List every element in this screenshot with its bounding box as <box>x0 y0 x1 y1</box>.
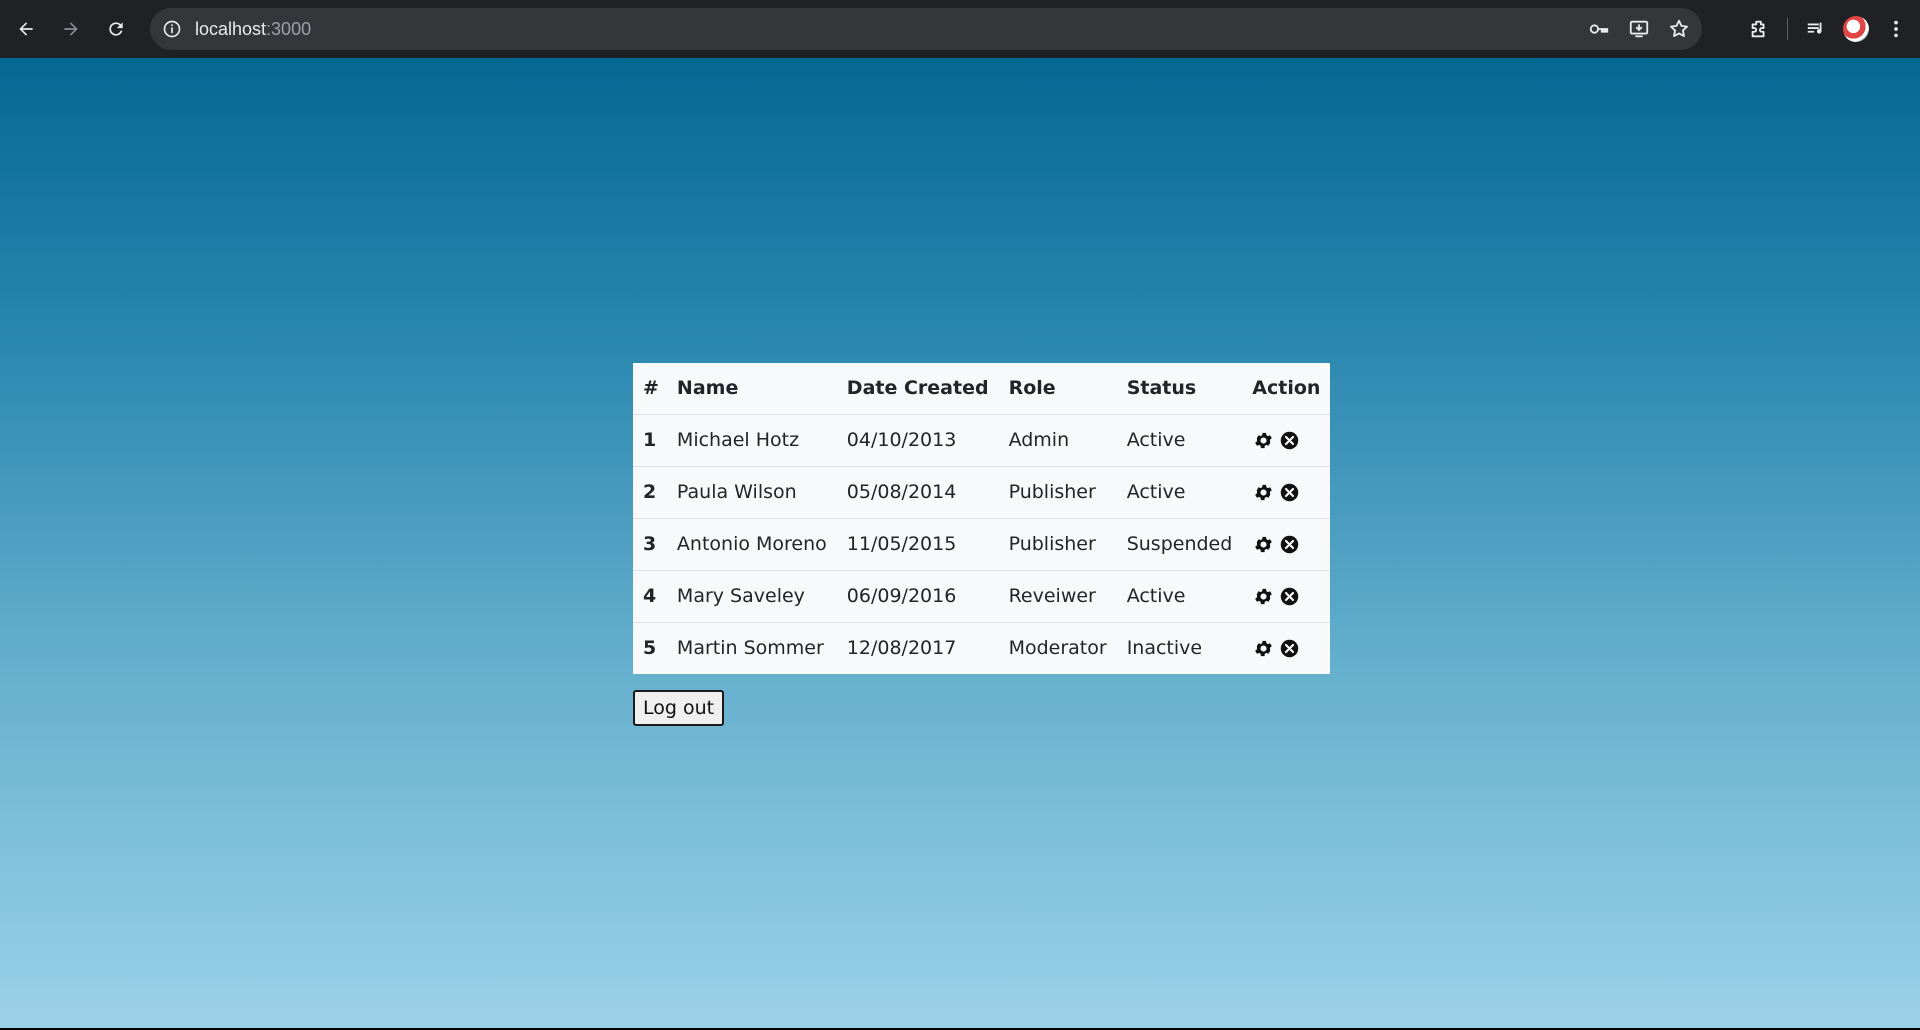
gear-icon[interactable] <box>1252 429 1274 451</box>
row-role: Reveiwer <box>998 569 1117 622</box>
url-port: :3000 <box>266 18 312 39</box>
extensions-icon[interactable] <box>1739 9 1779 49</box>
row-date-created: 06/09/2016 <box>836 569 999 622</box>
site-info-icon[interactable] <box>161 18 183 40</box>
arrow-left-icon <box>19 22 33 36</box>
row-name: Martin Sommer <box>666 621 837 674</box>
row-name: Antonio Moreno <box>666 517 837 570</box>
row-action <box>1242 621 1331 674</box>
toolbar-separator <box>1787 18 1788 40</box>
col-header-status: Status <box>1126 377 1197 400</box>
row-number: 4 <box>633 569 667 622</box>
close-circle-icon[interactable] <box>1278 533 1300 555</box>
logout-button[interactable]: Log out <box>633 690 725 726</box>
gear-icon[interactable] <box>1252 585 1274 607</box>
row-date-created: 04/10/2013 <box>836 413 999 466</box>
gear-icon[interactable] <box>1252 533 1274 555</box>
row-role: Moderator <box>998 621 1117 674</box>
media-control-icon[interactable] <box>1796 9 1836 49</box>
bookmark-star-icon[interactable] <box>1668 18 1690 40</box>
row-status: Active <box>1116 569 1243 622</box>
col-header-action: Action <box>1252 377 1321 400</box>
reload-button[interactable] <box>98 11 134 47</box>
row-action <box>1242 413 1331 466</box>
url-text[interactable]: localhost:3000 <box>195 19 311 40</box>
col-header-date-created: Date Created <box>846 377 989 400</box>
row-name: Mary Saveley <box>666 569 837 622</box>
menu-kebab-icon[interactable] <box>1876 9 1916 49</box>
row-status: Active <box>1116 413 1243 466</box>
table-row: 1 Michael Hotz 04/10/2013 Admin Active <box>633 413 1331 466</box>
row-status: Suspended <box>1116 517 1243 570</box>
address-bar[interactable]: localhost:3000 <box>150 8 1702 50</box>
browser-toolbar: localhost:3000 <box>0 0 1920 58</box>
install-app-icon[interactable] <box>1628 18 1650 40</box>
forward-button[interactable] <box>53 11 89 47</box>
row-action <box>1242 465 1331 518</box>
row-number: 5 <box>633 621 667 674</box>
col-header-number: # <box>643 377 659 400</box>
row-role: Publisher <box>998 465 1117 518</box>
gear-icon[interactable] <box>1252 637 1274 659</box>
row-name: Michael Hotz <box>666 413 837 466</box>
users-table: # Name Date Created Role Status Action 1… <box>633 363 1331 674</box>
close-circle-icon[interactable] <box>1278 429 1300 451</box>
row-number: 2 <box>633 465 667 518</box>
arrow-right-icon <box>64 22 78 36</box>
col-header-role: Role <box>1008 377 1056 400</box>
row-action <box>1242 517 1331 570</box>
reload-icon <box>109 22 123 36</box>
row-date-created: 12/08/2017 <box>836 621 999 674</box>
profile-avatar[interactable] <box>1836 9 1876 49</box>
row-name: Paula Wilson <box>666 465 837 518</box>
password-key-icon[interactable] <box>1588 18 1610 40</box>
table-row: 2 Paula Wilson 05/08/2014 Publisher Acti… <box>633 465 1331 518</box>
row-action <box>1242 569 1331 622</box>
col-header-name: Name <box>676 377 739 400</box>
row-role: Admin <box>998 413 1117 466</box>
gear-icon[interactable] <box>1252 481 1274 503</box>
row-status: Inactive <box>1116 621 1243 674</box>
row-date-created: 05/08/2014 <box>836 465 999 518</box>
row-status: Active <box>1116 465 1243 518</box>
row-role: Publisher <box>998 517 1117 570</box>
table-header-row: # Name Date Created Role Status Action <box>633 363 1330 414</box>
row-number: 1 <box>633 413 667 466</box>
close-circle-icon[interactable] <box>1278 637 1300 659</box>
table-row: 3 Antonio Moreno 11/05/2015 Publisher Su… <box>633 517 1331 570</box>
table-row: 5 Martin Sommer 12/08/2017 Moderator Ina… <box>633 621 1331 674</box>
back-button[interactable] <box>8 11 44 47</box>
url-host: localhost <box>195 18 267 39</box>
close-circle-icon[interactable] <box>1278 585 1300 607</box>
page-viewport: # Name Date Created Role Status Action 1… <box>0 58 1920 1028</box>
row-number: 3 <box>633 517 667 570</box>
row-date-created: 11/05/2015 <box>836 517 999 570</box>
table-row: 4 Mary Saveley 06/09/2016 Reveiwer Activ… <box>633 569 1331 622</box>
close-circle-icon[interactable] <box>1278 481 1300 503</box>
